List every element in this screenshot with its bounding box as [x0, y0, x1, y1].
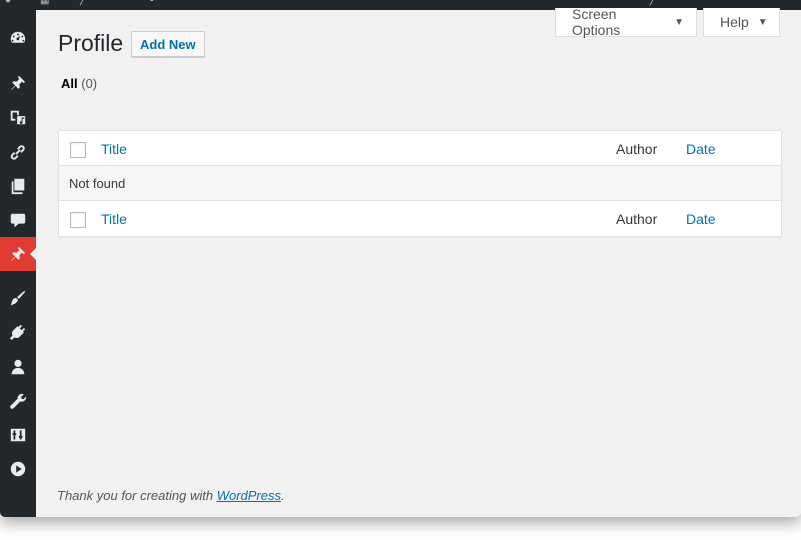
page-title: Profile: [58, 30, 124, 56]
column-title-sort-footer[interactable]: Title: [101, 211, 127, 227]
column-date-sort[interactable]: Date: [686, 141, 716, 157]
view-all-label[interactable]: All: [61, 76, 78, 91]
posts-pin-icon: [11, 75, 26, 90]
wordpress-logo-icon[interactable]: ●: [5, 0, 11, 6]
menu-dashboard[interactable]: [0, 21, 36, 55]
column-author: Author: [616, 141, 658, 157]
menu-users[interactable]: [0, 350, 36, 384]
menu-settings[interactable]: [0, 418, 36, 452]
admin-footer: Thank you for creating with WordPress.: [57, 488, 285, 503]
tools-wrench-icon: [10, 393, 27, 409]
settings-icon: [10, 428, 26, 442]
app-window: ● ▦ ╱ ▪ ╱ Screen Options ▼ Help ▼ Profil…: [0, 0, 801, 517]
menu-links[interactable]: [0, 135, 36, 169]
view-all-count: (0): [81, 76, 98, 91]
collapse-play-icon: [10, 461, 26, 477]
column-author-footer: Author: [616, 211, 658, 227]
caret-down-icon: ▼: [674, 16, 684, 28]
footer-text: Thank you for creating with: [57, 488, 217, 503]
table-header-row: Title Author Date: [59, 131, 781, 166]
footer-wordpress-link[interactable]: WordPress: [217, 488, 281, 503]
menu-tools[interactable]: [0, 384, 36, 418]
media-icon: [10, 110, 26, 125]
comments-icon: [10, 213, 26, 228]
column-date-sort-footer[interactable]: Date: [686, 211, 716, 227]
new-content-icon[interactable]: ▪: [150, 0, 154, 6]
posts-table: Title Author Date Not found Title Author…: [58, 130, 782, 237]
table-footer-row: Title Author Date: [59, 201, 781, 236]
site-home-icon[interactable]: ▦: [40, 0, 49, 6]
menu-posts[interactable]: [0, 66, 36, 100]
users-icon: [11, 359, 25, 375]
pages-icon: [11, 178, 25, 195]
plugins-icon: [9, 324, 26, 341]
menu-collapse[interactable]: [0, 452, 36, 486]
dashboard-icon: [10, 31, 26, 43]
select-all-checkbox-footer[interactable]: [70, 212, 86, 228]
links-icon: [10, 145, 25, 160]
menu-pages[interactable]: [0, 169, 36, 203]
caret-down-icon: ▼: [757, 16, 768, 28]
appearance-brush-icon: [10, 290, 26, 306]
view-filter-all[interactable]: All (0): [61, 76, 97, 91]
add-new-button[interactable]: Add New: [131, 31, 205, 57]
screen-options-label: Screen Options: [572, 6, 621, 38]
main-content: Screen Options ▼ Help ▼ Profile Add New …: [36, 6, 801, 517]
help-label: Help: [720, 14, 749, 30]
footer-period: .: [281, 488, 285, 503]
customize-icon[interactable]: ╱: [80, 0, 86, 6]
no-items-message: Not found: [69, 176, 126, 191]
select-all-checkbox[interactable]: [70, 142, 86, 158]
menu-plugins[interactable]: [0, 315, 36, 349]
table-row-empty: Not found: [59, 166, 781, 201]
menu-media[interactable]: [0, 100, 36, 134]
menu-comments[interactable]: [0, 203, 36, 237]
menu-appearance[interactable]: [0, 281, 36, 315]
help-button[interactable]: Help ▼: [703, 8, 780, 37]
column-title-sort[interactable]: Title: [101, 141, 127, 157]
screen-options-button[interactable]: Screen Options ▼: [555, 6, 697, 38]
profile-pin-icon: [11, 246, 26, 261]
menu-profile-current[interactable]: [0, 237, 37, 271]
admin-sidebar: [0, 10, 37, 517]
